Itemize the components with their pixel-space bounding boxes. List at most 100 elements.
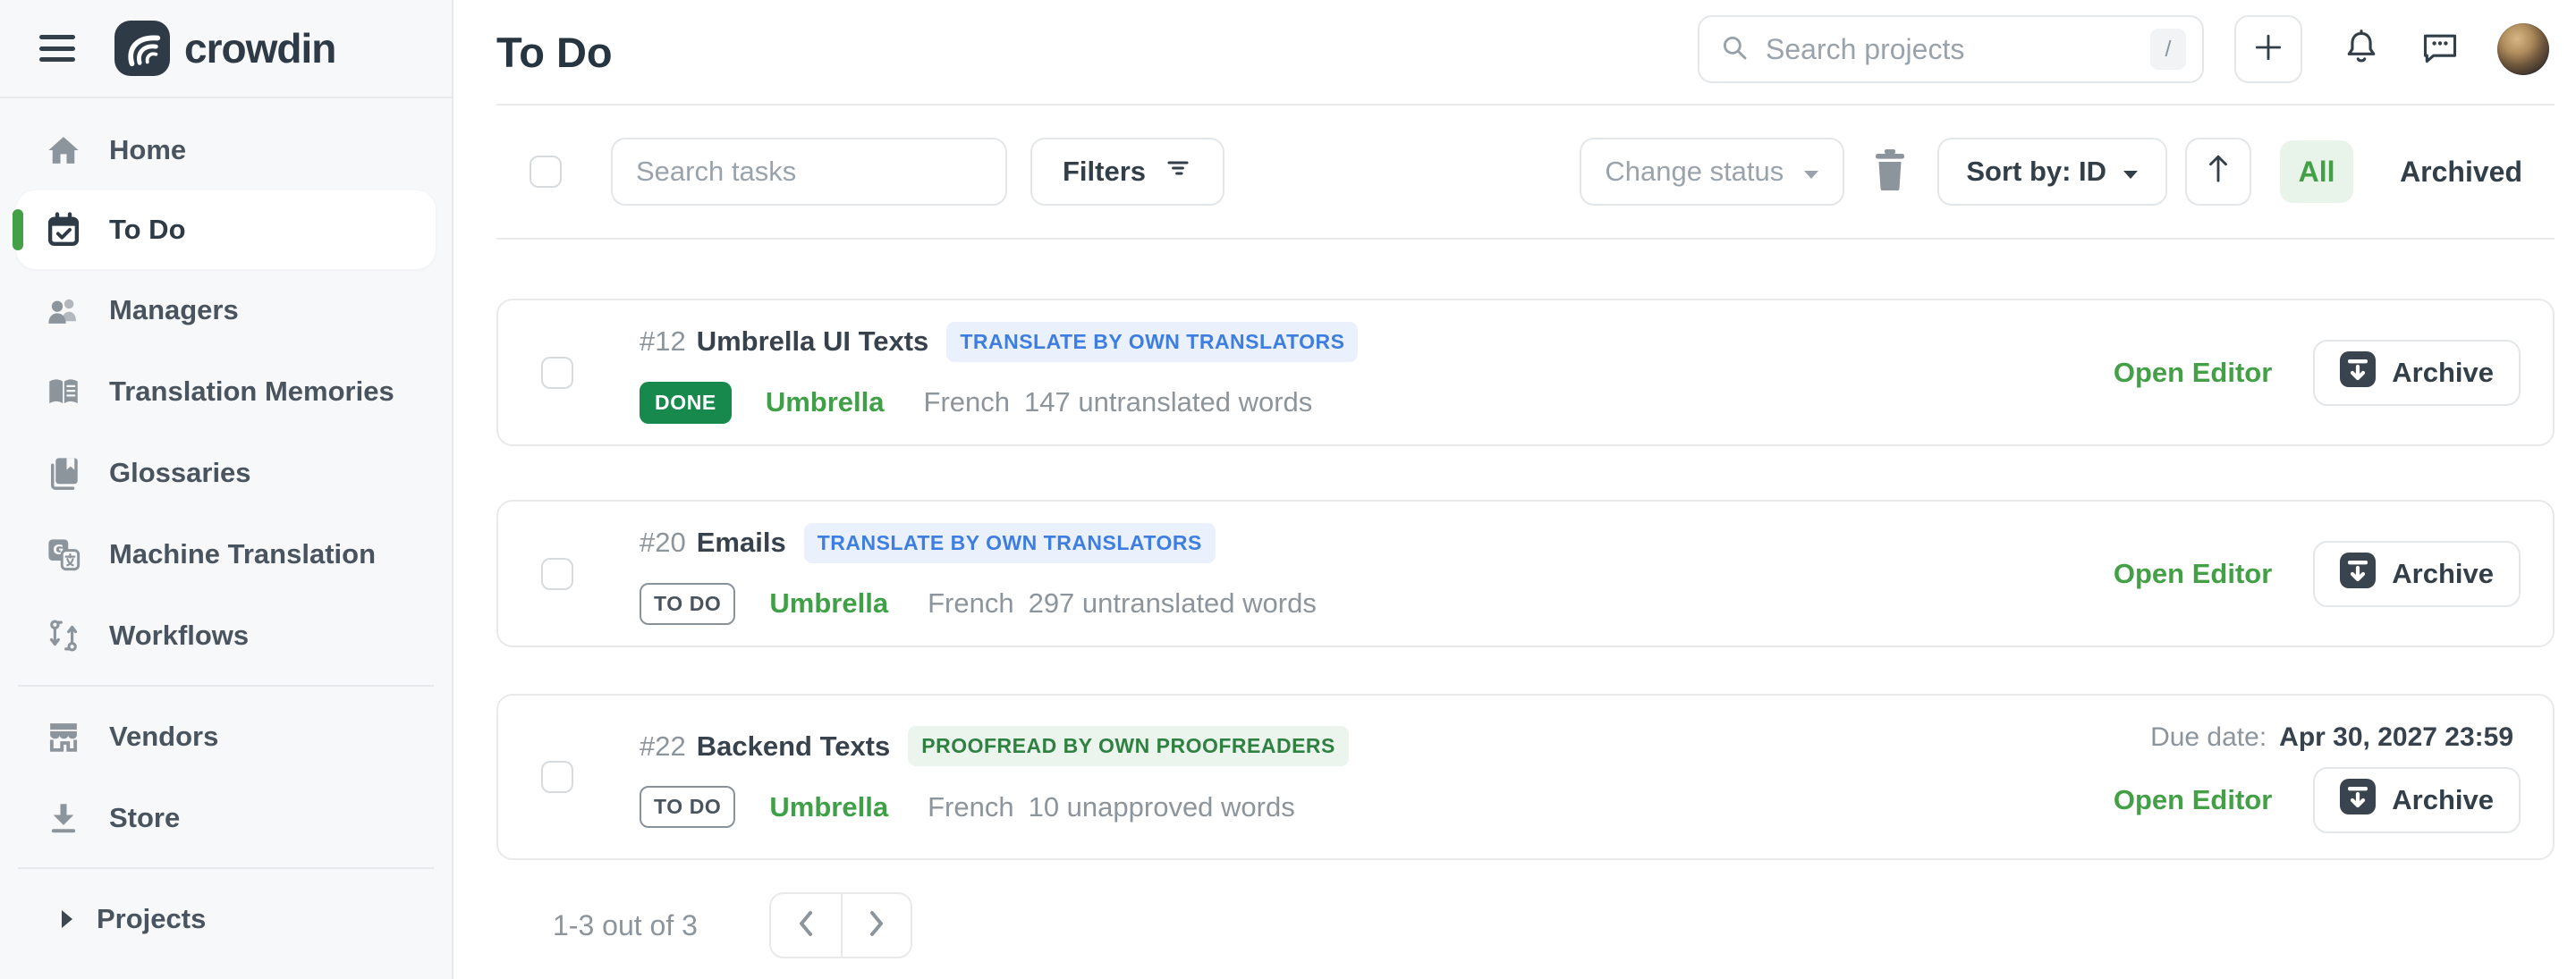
project-link[interactable]: Umbrella — [769, 587, 888, 620]
sidebar-menu: Home To Do — [0, 98, 452, 959]
search-projects-input[interactable] — [1766, 33, 2150, 66]
vendors-icon — [45, 718, 82, 755]
sidebar-item-label: Projects — [97, 903, 206, 935]
due-date-label: Due date: — [2150, 722, 2267, 753]
open-editor-link[interactable]: Open Editor — [2114, 357, 2272, 389]
workflow-step-badge: PROOFREAD BY OWN PROOFREADERS — [908, 726, 1349, 766]
task-card: #22 Backend Texts PROOFREAD BY OWN PROOF… — [496, 694, 2555, 860]
translation-memories-icon — [45, 373, 82, 410]
hamburger-menu-icon[interactable] — [39, 35, 75, 62]
task-checkbox[interactable] — [541, 761, 573, 793]
tasks-toolbar: Filters Change status — [496, 105, 2555, 240]
chevron-left-icon — [796, 909, 816, 942]
avatar[interactable] — [2497, 23, 2549, 75]
filters-button-label: Filters — [1063, 156, 1146, 188]
sidebar-item-home[interactable]: Home — [0, 109, 452, 190]
sort-direction-button[interactable] — [2185, 138, 2251, 206]
caret-right-icon — [55, 907, 79, 931]
home-icon — [45, 131, 82, 169]
filters-button[interactable]: Filters — [1030, 138, 1224, 206]
archive-button[interactable]: Archive — [2313, 541, 2521, 607]
sidebar-item-glossaries[interactable]: Glossaries — [0, 432, 452, 513]
search-tasks-input[interactable] — [636, 156, 982, 188]
sidebar-divider — [18, 685, 434, 687]
arrow-up-icon — [2203, 151, 2233, 192]
sort-dropdown[interactable]: Sort by: ID — [1937, 138, 2167, 206]
select-all-checkbox[interactable] — [530, 156, 562, 188]
workflow-step-badge: TRANSLATE BY OWN TRANSLATORS — [804, 523, 1216, 563]
todo-calendar-icon — [45, 211, 82, 249]
task-actions: Open Editor Archive — [2114, 541, 2521, 607]
sidebar-item-translation-memories[interactable]: Translation Memories — [0, 350, 452, 432]
sidebar-item-vendors[interactable]: Vendors — [0, 696, 452, 777]
sidebar-item-managers[interactable]: Managers — [0, 269, 452, 350]
archive-button-label: Archive — [2392, 784, 2494, 816]
prev-page-button[interactable] — [771, 894, 841, 957]
filter-icon — [1164, 154, 1192, 190]
archive-button-label: Archive — [2392, 357, 2494, 389]
sort-label: Sort by: ID — [1966, 156, 2106, 188]
sidebar-divider — [18, 867, 434, 869]
sidebar-item-todo[interactable]: To Do — [16, 190, 436, 269]
chevron-down-icon — [2123, 156, 2139, 188]
sidebar-header: crowdin — [0, 0, 452, 98]
status-badge: DONE — [640, 382, 732, 424]
due-date: Due date: Apr 30, 2027 23:59 — [2150, 722, 2513, 753]
change-status-dropdown[interactable]: Change status — [1580, 138, 1844, 206]
task-language: French — [928, 587, 1013, 620]
brand-name: crowdin — [184, 24, 335, 72]
archive-icon — [2340, 779, 2376, 822]
task-title[interactable]: Emails — [697, 527, 786, 559]
next-page-button[interactable] — [841, 894, 911, 957]
task-id: #22 — [640, 730, 686, 763]
task-checkbox[interactable] — [541, 558, 573, 590]
sidebar-item-label: Home — [109, 134, 186, 166]
slash-shortcut-badge: / — [2150, 29, 2186, 70]
sidebar-item-label: Workflows — [109, 620, 249, 652]
task-words: 10 unapproved words — [1029, 791, 1295, 823]
sidebar-item-machine-translation[interactable]: G Machine Translation — [0, 513, 452, 595]
create-project-button[interactable] — [2234, 15, 2302, 83]
project-search[interactable]: / — [1698, 15, 2204, 83]
project-link[interactable]: Umbrella — [769, 791, 888, 823]
bell-icon — [2342, 28, 2381, 72]
crowdin-logo[interactable]: crowdin — [114, 21, 335, 76]
task-id: #12 — [640, 325, 686, 358]
sidebar-item-label: Translation Memories — [109, 376, 394, 408]
messages-button[interactable] — [2420, 28, 2460, 72]
sidebar-item-label: Vendors — [109, 721, 218, 753]
workflows-icon — [45, 617, 82, 654]
sidebar-item-projects[interactable]: Projects — [0, 878, 452, 959]
task-title[interactable]: Backend Texts — [697, 730, 891, 763]
open-editor-link[interactable]: Open Editor — [2114, 784, 2272, 816]
managers-icon — [45, 291, 82, 329]
task-card: #20 Emails TRANSLATE BY OWN TRANSLATORS … — [496, 500, 2555, 647]
delete-tasks-button[interactable] — [1873, 149, 1907, 195]
sidebar-item-workflows[interactable]: Workflows — [0, 595, 452, 676]
main-content: To Do / — [453, 0, 2576, 979]
task-search[interactable] — [611, 138, 1007, 206]
change-status-label: Change status — [1605, 156, 1784, 188]
status-badge: TO DO — [640, 786, 735, 828]
tab-all[interactable]: All — [2280, 140, 2353, 203]
sidebar-item-label: Machine Translation — [109, 538, 376, 570]
sidebar-item-store[interactable]: Store — [0, 777, 452, 858]
archive-button[interactable]: Archive — [2313, 340, 2521, 406]
open-editor-link[interactable]: Open Editor — [2114, 558, 2272, 590]
task-title[interactable]: Umbrella UI Texts — [697, 325, 929, 358]
crowdin-logo-icon — [114, 21, 170, 76]
machine-translation-icon: G — [45, 536, 82, 573]
plus-icon — [2251, 30, 2285, 69]
task-checkbox[interactable] — [541, 357, 573, 389]
tab-archived[interactable]: Archived — [2400, 156, 2522, 189]
task-language: French — [924, 386, 1010, 418]
header-actions: / — [1698, 15, 2549, 83]
store-icon — [45, 799, 82, 837]
workflow-step-badge: TRANSLATE BY OWN TRANSLATORS — [946, 322, 1358, 362]
search-icon — [1719, 32, 1750, 67]
notifications-button[interactable] — [2342, 28, 2381, 72]
toolbar-right-group: Change status Sort by: ID — [1580, 138, 2555, 206]
project-link[interactable]: Umbrella — [766, 386, 885, 418]
glossaries-icon — [45, 454, 82, 492]
archive-button[interactable]: Archive — [2313, 767, 2521, 833]
